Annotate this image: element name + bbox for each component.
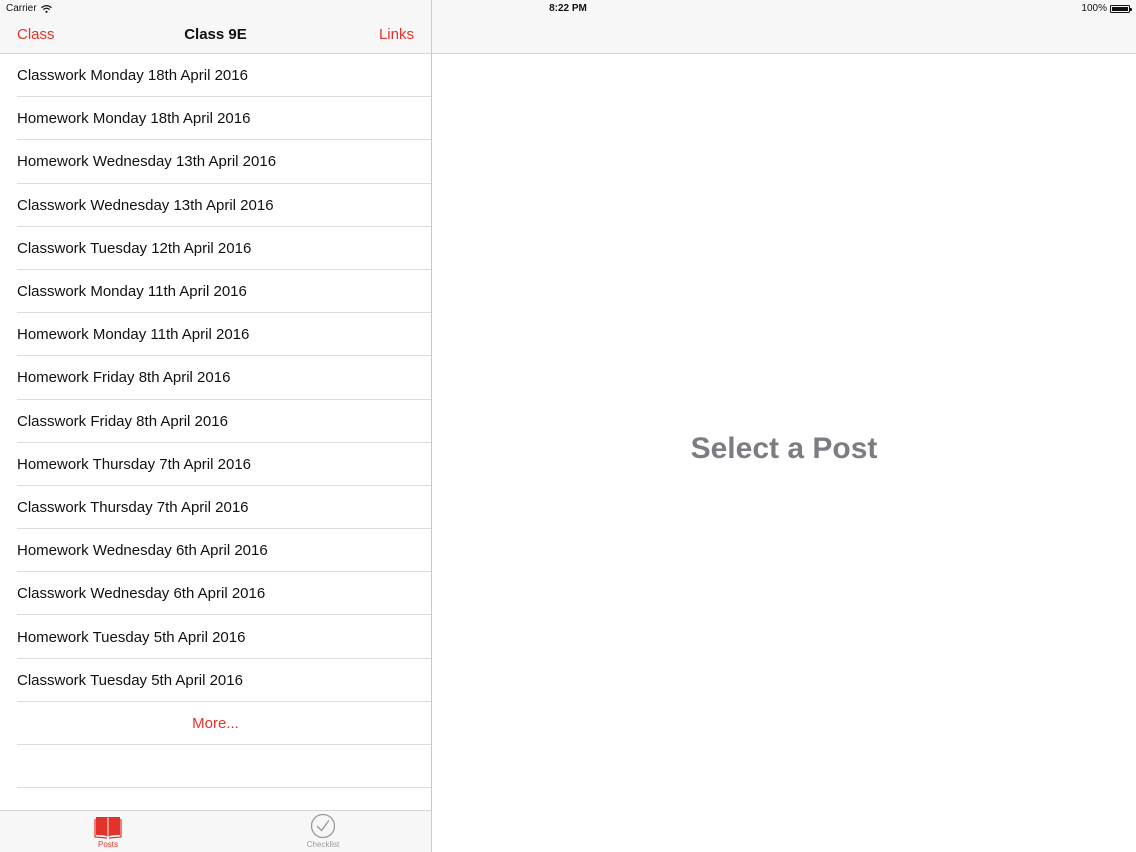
post-row[interactable]: Classwork Monday 18th April 2016	[0, 54, 431, 98]
more-button[interactable]: More...	[0, 702, 431, 746]
post-row[interactable]: Classwork Wednesday 13th April 2016	[0, 184, 431, 227]
clock: 8:22 PM	[549, 3, 587, 14]
battery-percentage: 100%	[1081, 3, 1107, 14]
post-row[interactable]: Classwork Friday 8th April 2016	[0, 400, 431, 443]
tab-checklist[interactable]: Checklist	[283, 813, 363, 849]
battery-icon	[1110, 4, 1132, 13]
post-row[interactable]: Classwork Wednesday 6th April 2016	[0, 572, 431, 616]
master-pane: Class Class 9E Links Classwork Monday 18…	[0, 0, 432, 852]
detail-pane: Select a Post	[432, 0, 1136, 852]
post-row[interactable]: Classwork Tuesday 5th April 2016	[0, 659, 431, 703]
post-row[interactable]: Classwork Thursday 7th April 2016	[0, 486, 431, 530]
post-row[interactable]: Homework Wednesday 13th April 2016	[0, 140, 431, 184]
book-icon	[94, 817, 122, 839]
post-row[interactable]: Classwork Tuesday 12th April 2016	[0, 227, 431, 271]
post-row[interactable]: Homework Tuesday 5th April 2016	[0, 615, 431, 659]
tab-bar: Posts Checklist	[0, 810, 431, 852]
tab-label: Checklist	[306, 840, 340, 849]
nav-title: Class 9E	[184, 26, 247, 43]
tab-label: Posts	[97, 840, 118, 849]
post-list: Classwork Monday 18th April 2016 Homewor…	[0, 54, 431, 789]
post-row[interactable]: Homework Monday 11th April 2016	[0, 313, 431, 357]
status-bar: Carrier 8:22 PM 100%	[0, 0, 1136, 18]
empty-row	[0, 745, 431, 789]
select-post-placeholder: Select a Post	[690, 432, 878, 465]
post-row[interactable]: Homework Thursday 7th April 2016	[0, 443, 431, 487]
links-button[interactable]: Links	[379, 26, 414, 43]
post-row[interactable]: Homework Monday 18th April 2016	[0, 97, 431, 141]
checkmark-circle-icon	[310, 813, 336, 839]
app-screen: Class Class 9E Links Classwork Monday 18…	[0, 0, 1136, 852]
post-row[interactable]: Classwork Monday 11th April 2016	[0, 270, 431, 314]
post-row[interactable]: Homework Friday 8th April 2016	[0, 356, 431, 400]
post-row[interactable]: Homework Wednesday 6th April 2016	[0, 529, 431, 573]
battery-indicator: 100%	[1081, 3, 1132, 14]
tab-posts[interactable]: Posts	[68, 813, 148, 849]
